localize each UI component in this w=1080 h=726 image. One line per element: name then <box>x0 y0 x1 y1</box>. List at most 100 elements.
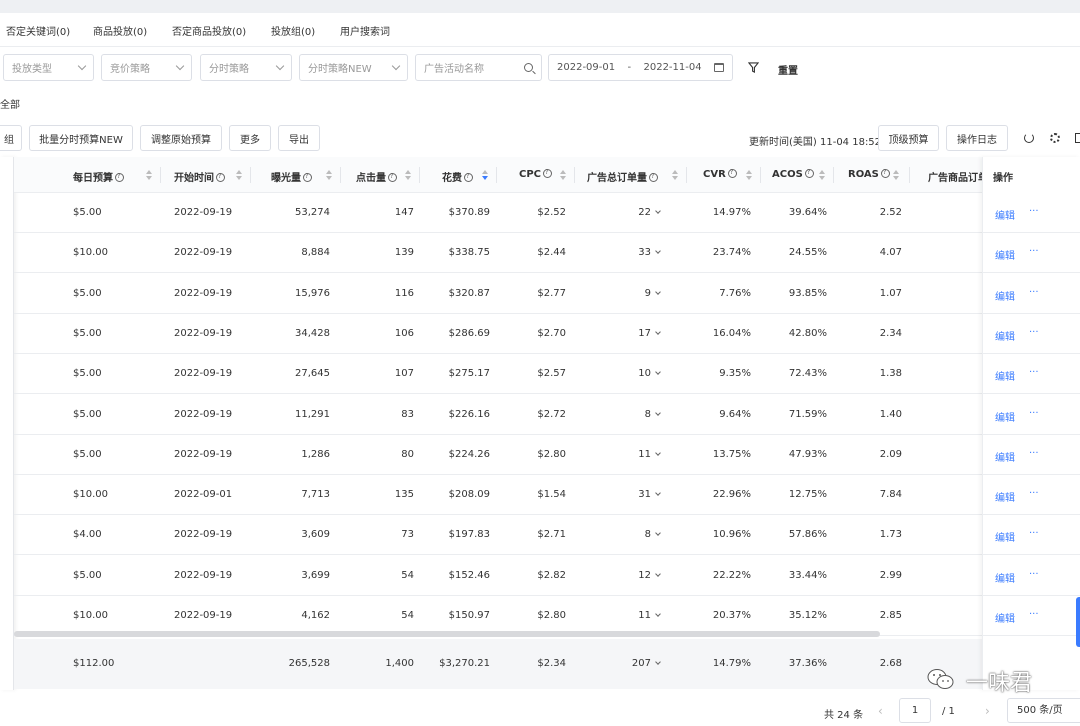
adjust-budget-button[interactable]: 调整原始预算 <box>140 125 222 151</box>
more-actions-icon[interactable]: ··· <box>1029 327 1039 338</box>
more-actions-icon[interactable]: ··· <box>1029 488 1039 499</box>
more-actions-icon[interactable]: ··· <box>1029 609 1039 620</box>
sort-icon[interactable] <box>893 170 899 180</box>
ad-type-select[interactable]: 投放类型 <box>3 54 94 81</box>
more-actions-icon[interactable]: ··· <box>1029 448 1039 459</box>
show-all-link[interactable]: 全部 <box>0 96 20 111</box>
header-roas[interactable]: ROAS <box>848 168 890 180</box>
more-actions-icon[interactable]: ··· <box>1029 287 1039 298</box>
chevron-down-icon[interactable] <box>655 329 661 335</box>
header-clicks[interactable]: 点击量 <box>356 169 397 184</box>
sort-icon[interactable] <box>405 170 411 180</box>
chevron-down-icon[interactable] <box>655 611 661 617</box>
edit-link[interactable]: 编辑 <box>995 489 1015 504</box>
sort-icon[interactable] <box>326 170 332 180</box>
table-row[interactable]: $4.00 2022-09-19 3,609 73 $197.83 $2.71 8 10.96… <box>14 515 1080 556</box>
page-size-select[interactable]: 500 条/页 <box>1007 698 1080 723</box>
group-button[interactable]: 组 <box>0 125 22 151</box>
bid-strategy-placeholder: 竞价策略 <box>110 64 150 75</box>
more-actions-icon[interactable]: ··· <box>1029 367 1039 378</box>
sort-icon[interactable] <box>672 170 678 180</box>
refresh-icon[interactable] <box>1024 133 1034 143</box>
chevron-down-icon[interactable] <box>655 659 661 665</box>
operations-cell: 编辑 ··· <box>983 274 1080 314</box>
bid-strategy-select[interactable]: 竞价策略 <box>101 54 192 81</box>
header-cvr[interactable]: CVR <box>703 168 737 180</box>
operation-log-button[interactable]: 操作日志 <box>946 125 1008 151</box>
chevron-down-icon[interactable] <box>655 369 661 376</box>
table-row[interactable]: $5.00 2022-09-19 27,645 107 $275.17 $2.57 10 9.… <box>14 354 1080 395</box>
sort-icon[interactable] <box>236 170 242 180</box>
table-row[interactable]: $10.00 2022-09-19 8,884 139 $338.75 $2.44 33 23… <box>14 233 1080 274</box>
tab-negative-keywords[interactable]: 否定关键词(0) <box>6 23 70 38</box>
side-drawer-tab[interactable] <box>1076 597 1080 647</box>
table-row[interactable]: $10.00 2022-09-01 7,713 135 $208.09 $1.54 31 22… <box>14 475 1080 516</box>
horizontal-scrollbar[interactable] <box>14 631 880 637</box>
header-impressions[interactable]: 曝光量 <box>271 169 312 184</box>
reset-button[interactable]: 重置 <box>778 62 798 77</box>
sort-icon[interactable] <box>819 170 825 180</box>
table-row[interactable]: $5.00 2022-09-19 11,291 83 $226.16 $2.72 8 9.64… <box>14 395 1080 435</box>
edit-link[interactable]: 编辑 <box>995 288 1015 303</box>
time-strategy-select[interactable]: 分时策略 <box>200 54 292 81</box>
chevron-down-icon[interactable] <box>655 449 661 456</box>
more-actions-icon[interactable]: ··· <box>1029 206 1039 217</box>
campaign-search-input[interactable]: 广告活动名称 <box>415 54 542 81</box>
table-row[interactable]: $5.00 2022-09-19 3,699 54 $152.46 $2.82 12 22.2… <box>14 556 1080 596</box>
header-spend[interactable]: 花费 <box>442 169 473 184</box>
tab-product-targeting[interactable]: 商品投放(0) <box>93 23 147 38</box>
chevron-down-icon[interactable] <box>655 409 661 416</box>
header-cpc[interactable]: CPC <box>519 168 553 180</box>
chevron-down-icon[interactable] <box>655 248 661 255</box>
chevron-down-icon[interactable] <box>655 570 661 577</box>
more-actions-icon[interactable]: ··· <box>1029 246 1039 257</box>
tab-negative-product-targeting[interactable]: 否定商品投放(0) <box>172 23 246 38</box>
sort-icon[interactable] <box>560 170 566 180</box>
header-product-orders[interactable]: 广告商品订单 <box>928 169 982 184</box>
filter-funnel-icon[interactable] <box>748 62 759 73</box>
time-strategy-new-select[interactable]: 分时策略NEW <box>299 54 408 81</box>
tab-ad-groups[interactable]: 投放组(0) <box>271 23 315 38</box>
edit-link[interactable]: 编辑 <box>995 207 1015 222</box>
sort-icon[interactable] <box>746 170 752 180</box>
help-icon <box>388 172 397 182</box>
table-row[interactable]: $5.00 2022-09-19 34,428 106 $286.69 $2.70 17 16… <box>14 314 1080 354</box>
page-input[interactable]: 1 <box>899 698 931 723</box>
edit-link[interactable]: 编辑 <box>995 409 1015 424</box>
columns-icon[interactable] <box>1075 133 1080 143</box>
chevron-down-icon[interactable] <box>655 530 661 537</box>
header-daily-budget[interactable]: 每日预算 <box>73 169 124 184</box>
edit-link[interactable]: 编辑 <box>995 570 1015 585</box>
header-acos[interactable]: ACOS <box>772 168 814 180</box>
table-row[interactable]: $5.00 2022-09-19 15,976 116 $320.87 $2.77 9 7.7… <box>14 274 1080 314</box>
more-actions-icon[interactable]: ··· <box>1029 408 1039 419</box>
chevron-down-icon[interactable] <box>655 490 661 496</box>
sort-icon[interactable] <box>146 170 152 180</box>
batch-budget-button[interactable]: 批量分时预算NEW <box>29 125 133 151</box>
export-button[interactable]: 导出 <box>278 125 320 151</box>
tab-search-terms[interactable]: 用户搜索词 <box>340 23 390 38</box>
table-row[interactable]: $5.00 2022-09-19 53,274 147 $370.89 $2.52 22 14… <box>14 193 1080 233</box>
more-button[interactable]: 更多 <box>229 125 271 151</box>
cell-spend: $197.83 <box>448 529 490 541</box>
edit-link[interactable]: 编辑 <box>995 368 1015 383</box>
edit-link[interactable]: 编辑 <box>995 247 1015 262</box>
top-budget-button[interactable]: 顶级预算 <box>878 125 939 151</box>
more-actions-icon[interactable]: ··· <box>1029 528 1039 539</box>
date-range-picker[interactable]: 2022-09-01 - 2022-11-04 <box>548 54 733 81</box>
more-actions-icon[interactable]: ··· <box>1029 569 1039 580</box>
prev-page-icon[interactable]: ‹ <box>878 704 883 718</box>
edit-link[interactable]: 编辑 <box>995 610 1015 625</box>
chevron-down-icon[interactable] <box>655 208 661 214</box>
next-page-icon[interactable]: › <box>985 704 990 718</box>
sort-desc-icon[interactable] <box>482 170 488 180</box>
edit-link[interactable]: 编辑 <box>995 328 1015 343</box>
chevron-down-icon[interactable] <box>655 288 661 295</box>
table-row[interactable]: $5.00 2022-09-19 1,286 80 $224.26 $2.80 11 13.7… <box>14 435 1080 475</box>
edit-link[interactable]: 编辑 <box>995 529 1015 544</box>
gear-icon[interactable] <box>1050 133 1060 143</box>
edit-link[interactable]: 编辑 <box>995 449 1015 464</box>
header-total-orders[interactable]: 广告总订单量 <box>587 169 658 184</box>
header-start-time[interactable]: 开始时间 <box>174 169 225 184</box>
table-row[interactable]: $10.00 2022-09-19 4,162 54 $150.97 $2.80 11 20.… <box>14 596 1080 636</box>
